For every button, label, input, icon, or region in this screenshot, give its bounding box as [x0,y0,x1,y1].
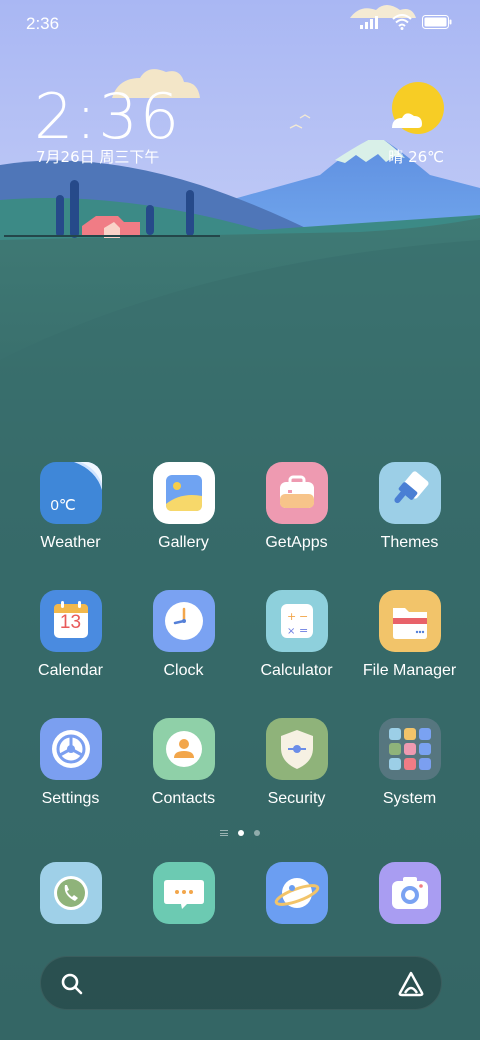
gallery-icon[interactable] [152,462,215,524]
svg-text:+: + [287,610,296,623]
app-label: Calculator [260,662,333,679]
app-label: Gallery [158,534,209,551]
calendar-day-number: 13 [59,612,82,633]
clock-widget-time[interactable]: 2:36 [34,80,181,153]
page-indicator [0,830,480,836]
app-gallery[interactable]: Gallery [127,462,240,552]
folder-grid-icon[interactable] [378,718,441,780]
shopping-bag-icon[interactable] [265,462,328,524]
app-label: Weather [40,534,101,551]
app-label: Contacts [151,790,216,807]
app-file-manager[interactable]: File Manager [353,590,466,680]
app-label: GetApps [265,534,328,551]
contacts-icon[interactable] [152,718,215,780]
clock-widget-date: 7月26日 周三下午 [36,148,160,166]
app-drawer-indicator-icon [220,830,228,836]
paint-brush-icon[interactable] [378,462,441,524]
messages-icon[interactable] [152,862,215,924]
app-contacts[interactable]: Contacts [127,718,240,808]
status-time: 2:36 [26,14,60,33]
app-label: System [382,790,437,807]
svg-text:×: × [287,626,295,637]
search-bar[interactable] [40,956,442,1010]
app-themes[interactable]: Themes [353,462,466,552]
weather-app-icon[interactable]: 0℃ [39,462,102,524]
dock [14,862,466,924]
assistant-icon[interactable] [397,970,425,998]
signal-icon [360,16,378,29]
app-security[interactable]: Security [240,718,353,808]
app-clock[interactable]: Clock [127,590,240,680]
page-dot-active [238,830,244,836]
settings-gear-icon[interactable] [39,718,102,780]
app-getapps[interactable]: GetApps [240,462,353,552]
weather-widget-summary[interactable]: 晴 26℃ [388,146,444,167]
status-bar: 2:36 [0,0,480,50]
camera-icon[interactable] [378,862,441,924]
phone-icon[interactable] [39,862,102,924]
svg-text:−: − [299,610,308,623]
battery-icon [422,15,452,29]
clock-icon[interactable] [152,590,215,652]
app-settings[interactable]: Settings [14,718,127,808]
svg-text:=: = [299,624,308,637]
browser-planet-icon[interactable] [265,862,328,924]
shield-icon[interactable] [265,718,328,780]
search-icon[interactable] [59,971,85,997]
calculator-icon[interactable]: + − × = [265,590,328,652]
app-label: Calendar [38,662,103,679]
wifi-icon [392,14,412,30]
calendar-icon[interactable]: 13 [39,590,102,652]
app-label: Clock [163,662,204,679]
app-label: Security [267,790,326,807]
app-calculator[interactable]: + − × = Calculator [240,590,353,680]
app-label: File Manager [362,662,457,679]
app-label: Themes [380,534,439,551]
page-dot [254,830,260,836]
app-label: Settings [41,790,100,807]
app-weather[interactable]: 0℃ Weather [14,462,127,552]
app-calendar[interactable]: 13 Calendar [14,590,127,680]
app-system-folder[interactable]: System [353,718,466,808]
app-grid: 0℃ Weather Gallery GetApps Themes 13 Cal… [14,462,466,808]
weather-icon-temp: 0℃ [50,497,76,514]
folder-icon[interactable] [378,590,441,652]
